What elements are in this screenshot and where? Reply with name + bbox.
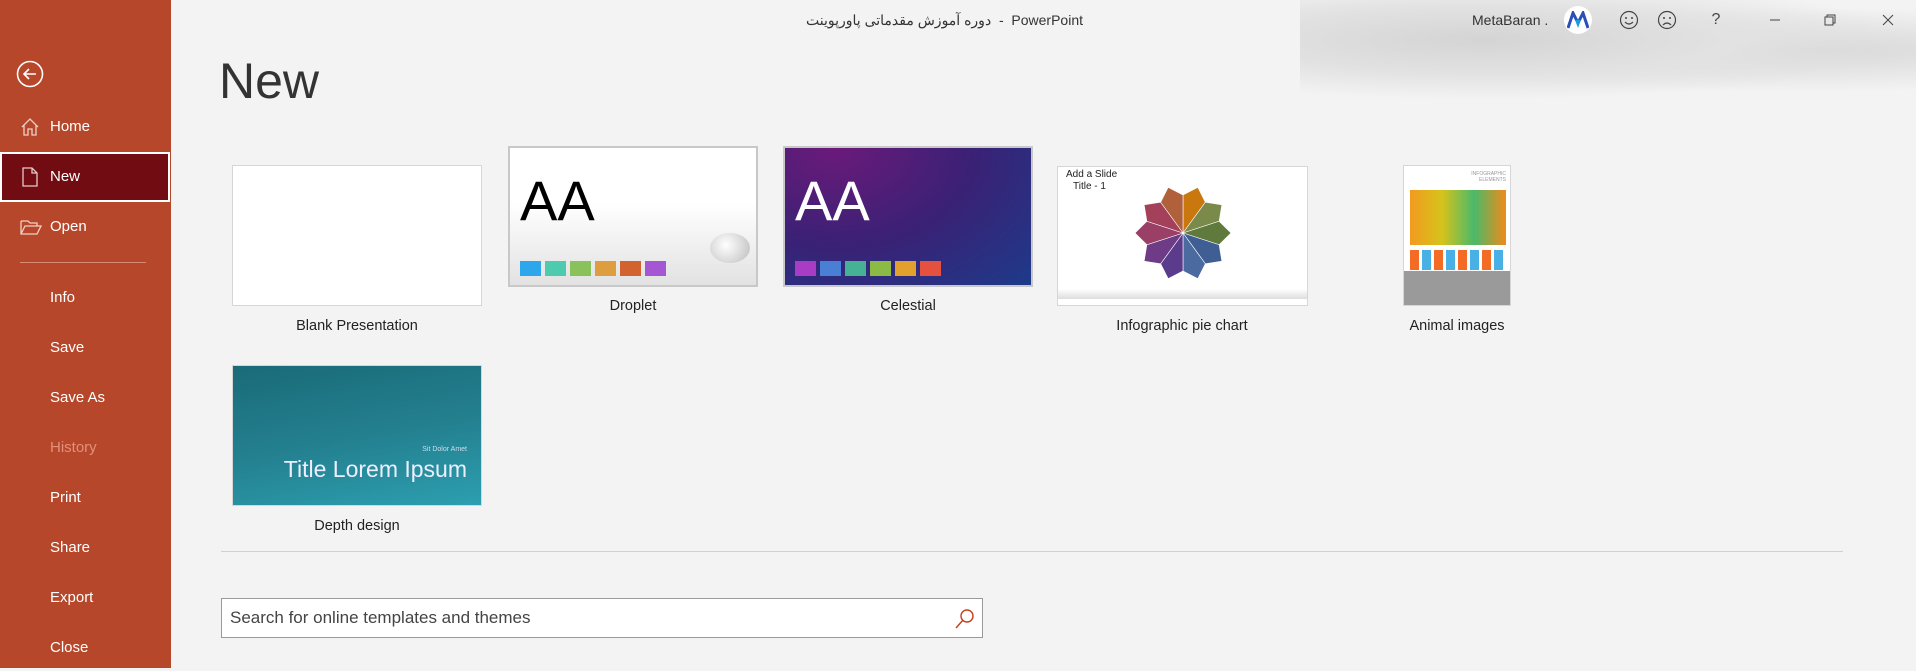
template-animal-images[interactable]: INFOGRAPHIC ELEMENTS [1403, 165, 1511, 306]
color-swatch [895, 261, 916, 276]
template-label: Celestial [880, 298, 936, 314]
restore-icon[interactable] [1818, 8, 1842, 32]
animal-silhouettes [1410, 190, 1506, 245]
template-label: Infographic pie chart [1116, 318, 1248, 334]
home-icon [21, 118, 39, 136]
section-divider [221, 551, 1843, 552]
template-label: Depth design [314, 518, 400, 534]
sidebar-item-label: Open [50, 218, 87, 235]
color-swatch [545, 261, 566, 276]
animal-face-icons [1410, 250, 1506, 270]
template-label: Droplet [609, 298, 657, 314]
window-title: دوره آموزش مقدماتی پاورپوینت - PowerPoin… [806, 8, 1083, 32]
template-depth-design[interactable]: Sit Dolor Amet Title Lorem Ipsum [232, 365, 482, 506]
color-swatch [870, 261, 891, 276]
search-placeholder: Search for online templates and themes [230, 608, 531, 627]
frown-feedback-icon[interactable] [1655, 8, 1679, 32]
sidebar-item-info[interactable]: Info [0, 275, 171, 321]
sidebar-item-print[interactable]: Print [0, 475, 171, 521]
color-swatch [820, 261, 841, 276]
color-swatch [570, 261, 591, 276]
color-swatch [645, 261, 666, 276]
preview-text: AA [520, 169, 595, 232]
sidebar-item-save[interactable]: Save [0, 325, 171, 371]
search-input[interactable]: Search for online templates and themes [221, 598, 983, 638]
sidebar-item-label: New [50, 168, 81, 185]
title-separator: - [998, 12, 1004, 28]
avatar-logo-icon [1567, 11, 1589, 29]
template-blank-presentation[interactable] [232, 165, 482, 306]
sidebar-item-save-as[interactable]: Save As [0, 375, 171, 421]
close-window-icon[interactable] [1876, 8, 1900, 32]
color-swatch [520, 261, 541, 276]
color-swatch [920, 261, 941, 276]
smile-feedback-icon[interactable] [1617, 8, 1641, 32]
template-label: Animal images [1409, 318, 1505, 334]
sidebar-item-new[interactable]: New [0, 152, 170, 202]
pie-chart-graphic [1134, 186, 1232, 280]
sidebar-item-export[interactable]: Export [0, 575, 171, 621]
template-celestial[interactable]: AA [783, 146, 1033, 287]
search-icon[interactable] [954, 608, 976, 630]
preview-title: Add a Slide [1066, 169, 1118, 180]
template-infographic-pie-chart[interactable]: Add a Slide Title - 1 [1057, 166, 1308, 306]
droplet-decoration [710, 233, 750, 263]
sidebar-item-close[interactable]: Close [0, 625, 171, 671]
animal-outline-band [1404, 271, 1510, 305]
color-swatch [795, 261, 816, 276]
color-swatch [845, 261, 866, 276]
new-file-icon [22, 167, 38, 187]
folder-open-icon [20, 220, 42, 235]
sidebar-divider [20, 262, 146, 263]
sidebar-item-share[interactable]: Share [0, 525, 171, 571]
backstage-sidebar: Home New Open Info Save Save As History … [0, 0, 171, 668]
preview-title: Title Lorem Ipsum [283, 456, 467, 482]
sidebar-item-history: History [50, 439, 97, 456]
template-droplet[interactable]: AA [508, 146, 758, 287]
page-title: New [219, 53, 320, 109]
template-label: Blank Presentation [296, 318, 418, 334]
preview-subtitle: Title - 1 [1073, 181, 1106, 192]
minimize-icon[interactable] [1763, 8, 1787, 32]
sidebar-item-label: Home [50, 118, 91, 135]
avatar[interactable] [1564, 6, 1592, 34]
sidebar-item-open[interactable]: Open [0, 204, 171, 250]
user-name[interactable]: MetaBaran . [1472, 8, 1548, 32]
app-name: PowerPoint [1011, 12, 1083, 28]
document-title: دوره آموزش مقدماتی پاورپوینت [806, 12, 992, 28]
color-swatch [620, 261, 641, 276]
color-swatch [595, 261, 616, 276]
sidebar-item-home[interactable]: Home [0, 104, 171, 150]
preview-title: INFOGRAPHIC ELEMENTS [1471, 171, 1506, 183]
help-icon[interactable]: ? [1704, 8, 1728, 32]
preview-subtitle: Sit Dolor Amet [422, 446, 467, 453]
preview-text: AA [795, 169, 870, 232]
back-arrow-icon[interactable] [16, 60, 44, 88]
footer-band [1058, 289, 1307, 299]
